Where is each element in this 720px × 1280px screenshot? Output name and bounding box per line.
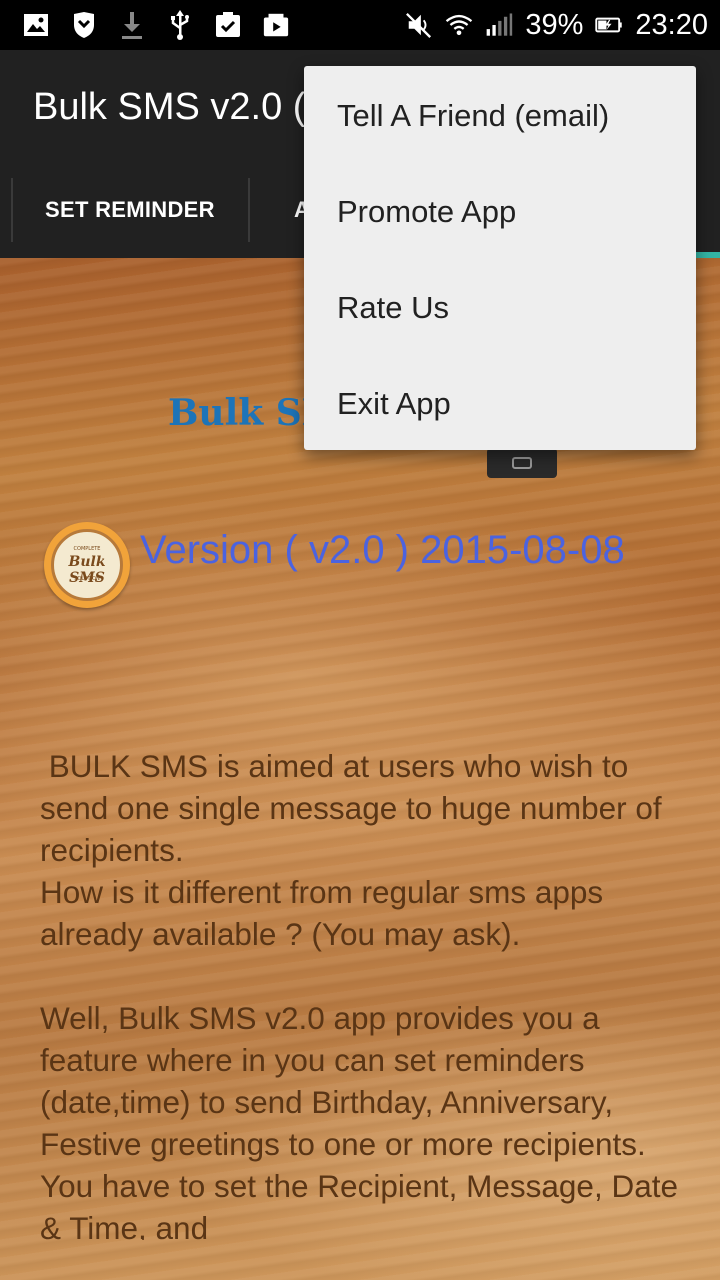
battery-charging-icon [595,11,623,39]
download-icon [118,11,146,39]
status-bar: 39% 23:20 [0,0,720,50]
tab-set-reminder[interactable]: SET REMINDER [45,178,215,242]
mute-icon [405,11,433,39]
notification-icons [22,8,290,42]
version-label: Version ( v2.0 ) 2015-08-08 [140,528,625,572]
badge-sub-bottom: SOLUTION [74,576,100,582]
tab-divider [11,178,13,242]
system-status: 39% 23:20 [405,0,708,50]
menu-item-exit-app[interactable]: Exit App [304,356,696,452]
app-description[interactable]: BULK SMS is aimed at users who wish to s… [40,745,695,1240]
phone-icon [487,448,557,478]
menu-item-rate-us[interactable]: Rate Us [304,260,696,356]
badge-sub-top: COMPLETE [73,546,101,552]
image-icon [22,11,50,39]
app-badge-logo: COMPLETE Bulk SMS SOLUTION [44,522,130,608]
app-title: Bulk SMS v2.0 ( [33,86,306,128]
shield-icon [70,11,98,39]
signal-icon [485,11,513,39]
clock: 23:20 [635,8,708,41]
menu-item-promote-app[interactable]: Promote App [304,164,696,260]
wifi-icon [445,11,473,39]
video-icon [262,11,290,39]
battery-percent: 39% [525,8,584,41]
tab-divider [248,178,250,242]
menu-item-tell-a-friend[interactable]: Tell A Friend (email) [304,68,696,164]
usb-icon [166,10,194,40]
overflow-menu: Tell A Friend (email) Promote App Rate U… [304,66,696,450]
clipboard-check-icon [214,11,242,39]
